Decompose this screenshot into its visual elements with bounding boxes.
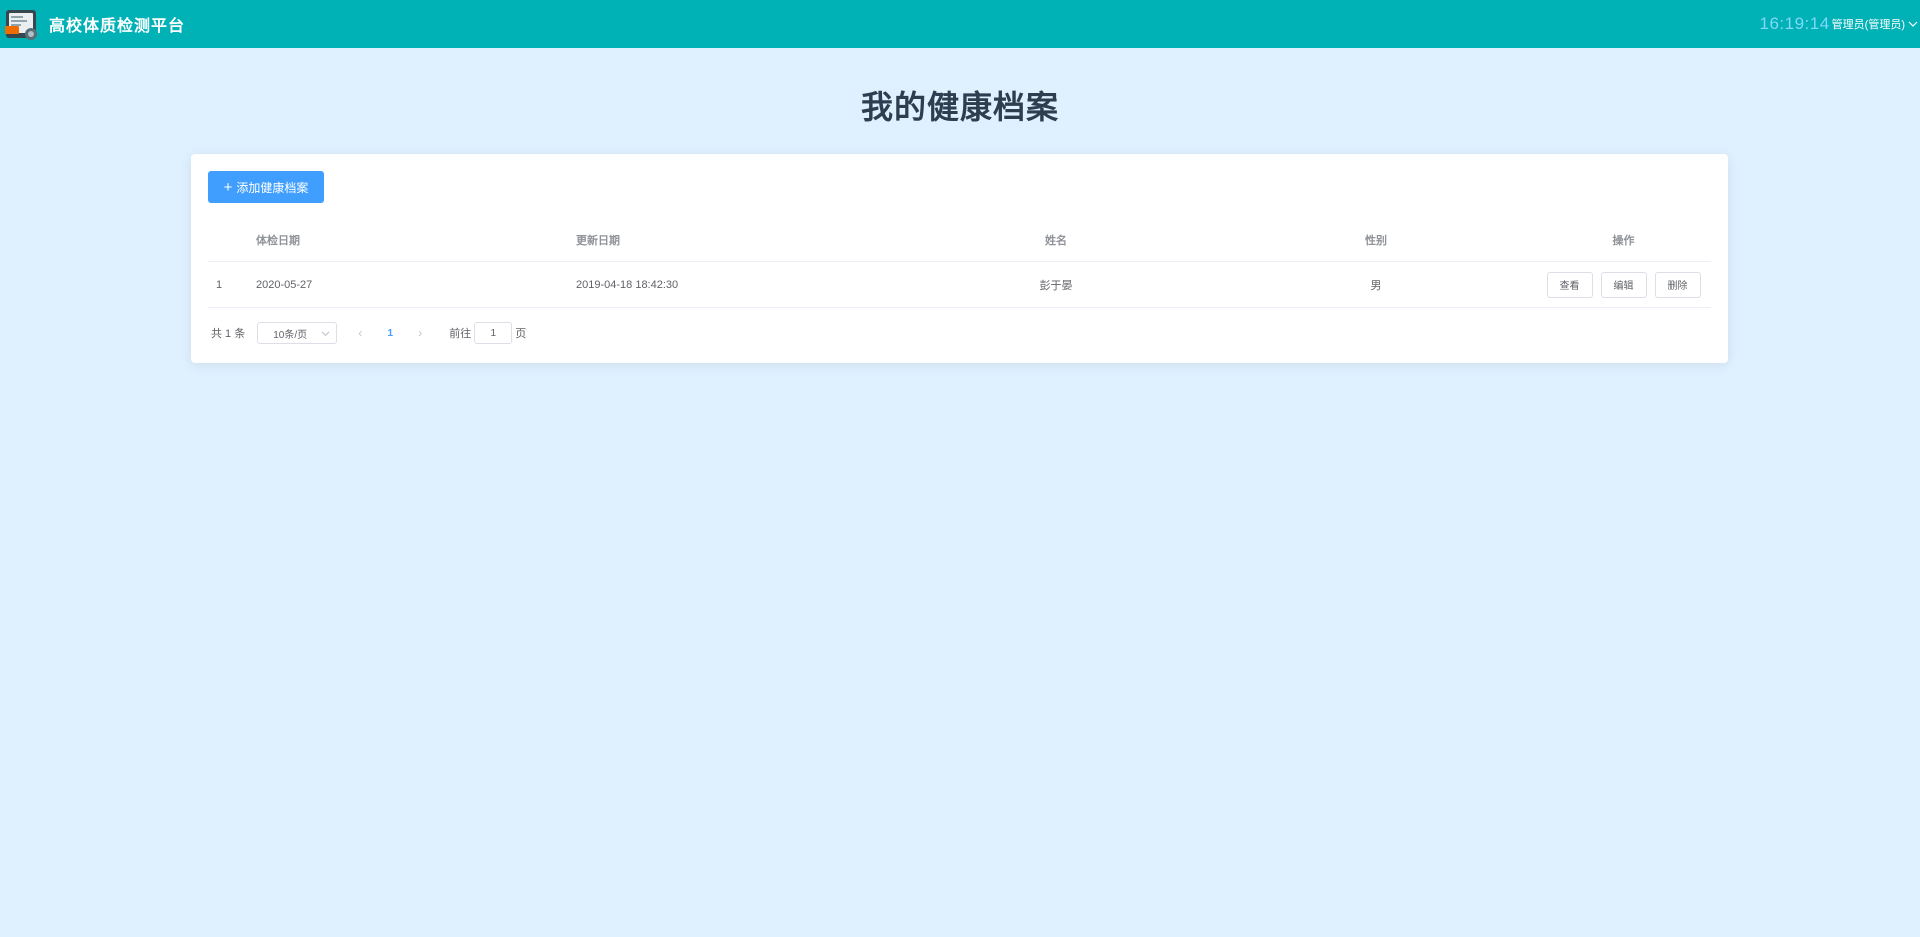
- page-size-value: 10条/页: [273, 329, 308, 341]
- goto-page: 前往 页: [449, 322, 526, 344]
- top-navbar: 高校体质检测平台 16:19:14 管理员(管理员): [0, 0, 1920, 48]
- brand-title: 高校体质检测平台: [49, 18, 186, 35]
- clock-display: 16:19:14: [1759, 14, 1830, 33]
- edit-button[interactable]: 编辑: [1600, 271, 1647, 298]
- col-updated: 更新日期: [576, 234, 620, 247]
- table-row: 1 2020-05-27 2019-04-18 18:42:30 彭于晏 男 查…: [208, 262, 1711, 308]
- row-updated: 2019-04-18 18:42:30: [576, 278, 679, 291]
- row-name: 彭于晏: [1039, 279, 1073, 292]
- row-actions: 查看 编辑 删除: [1536, 262, 1711, 307]
- row-exam-date: 2020-05-27: [256, 278, 313, 291]
- goto-prefix: 前往: [449, 328, 472, 340]
- goto-suffix: 页: [515, 328, 527, 340]
- col-index: [216, 218, 246, 261]
- next-page-icon[interactable]: ›: [405, 326, 435, 340]
- page-size-select[interactable]: 10条/页: [257, 322, 338, 344]
- page-title: 我的健康档案: [860, 89, 1059, 125]
- delete-button[interactable]: 删除: [1654, 271, 1701, 298]
- user-name: 管理员(管理员): [1831, 19, 1905, 31]
- prev-page-icon[interactable]: ‹: [345, 326, 375, 340]
- page-number[interactable]: 1: [375, 328, 405, 339]
- records-card: + 添加健康档案 体检日期 更新日期 姓名 性别 操作 1 2020-05-27…: [191, 154, 1728, 363]
- app-logo-icon: [3, 4, 43, 44]
- records-table: 体检日期 更新日期 姓名 性别 操作 1 2020-05-27 2019-04-…: [208, 218, 1711, 308]
- col-exam-date: 体检日期: [256, 234, 300, 247]
- row-sex: 男: [1370, 279, 1382, 292]
- add-record-label: 添加健康档案: [236, 180, 309, 195]
- user-menu[interactable]: 管理员(管理员): [1832, 16, 1918, 32]
- header-right: 16:19:14 管理员(管理员): [1759, 0, 1918, 48]
- col-sex: 性别: [1365, 234, 1387, 247]
- view-button[interactable]: 查看: [1546, 271, 1593, 298]
- chevron-down-icon: [1908, 21, 1918, 27]
- goto-page-input[interactable]: [474, 322, 513, 344]
- chevron-down-icon: [321, 330, 330, 336]
- row-index: 1: [216, 278, 223, 291]
- add-record-button[interactable]: + 添加健康档案: [208, 171, 324, 203]
- pagination-total: 共 1 条: [211, 328, 246, 340]
- plus-icon: +: [223, 178, 233, 196]
- pagination: 共 1 条 10条/页 ‹ 1 › 前往 页: [211, 322, 526, 344]
- col-actions: 操作: [1612, 234, 1635, 247]
- table-header: 体检日期 更新日期 姓名 性别 操作: [208, 218, 1711, 262]
- col-name: 姓名: [1045, 234, 1067, 247]
